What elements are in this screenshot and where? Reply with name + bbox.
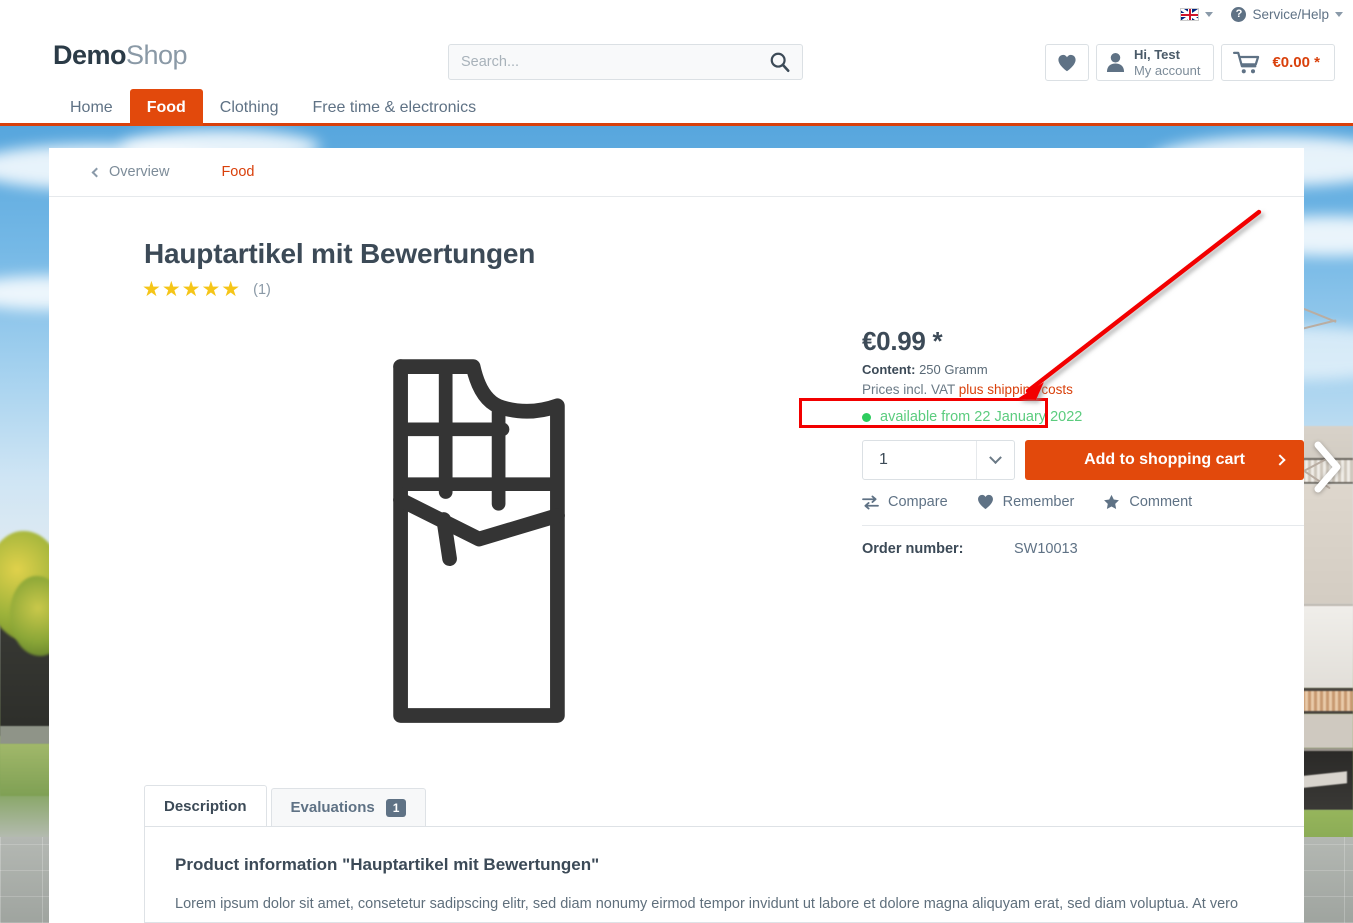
rating-stars: ★★★★★ <box>142 278 242 301</box>
chevron-down-icon <box>1335 11 1343 17</box>
cart-button[interactable]: €0.00 * <box>1221 44 1335 81</box>
logo-bold-part: Demo <box>53 40 127 70</box>
nav-item-home[interactable]: Home <box>53 89 130 126</box>
top-utility-bar: ? Service/Help <box>1180 0 1343 28</box>
search-icon <box>770 52 790 72</box>
compare-link[interactable]: Compare <box>862 494 948 510</box>
tab-description[interactable]: Description <box>144 785 267 826</box>
order-number-value: SW10013 <box>1014 541 1078 558</box>
purchase-row: 1 Add to shopping cart <box>862 440 1304 481</box>
site-header: ? Service/Help DemoShop H <box>0 0 1353 126</box>
heart-icon <box>1058 54 1076 71</box>
user-icon <box>1106 53 1125 72</box>
service-help-menu[interactable]: ? Service/Help <box>1231 6 1343 22</box>
nav-item-clothing[interactable]: Clothing <box>203 89 296 126</box>
description-body: Lorem ipsum dolor sit amet, consetetur s… <box>175 896 1239 912</box>
quantity-caret[interactable] <box>976 441 1014 480</box>
quantity-select[interactable]: 1 <box>862 440 1015 481</box>
service-help-label: Service/Help <box>1252 6 1329 22</box>
chevron-left-icon <box>91 167 102 177</box>
chevron-right-icon <box>1274 454 1286 466</box>
status-dot-green-icon <box>862 412 871 422</box>
header-actions: Hi, Test My account €0.00 * <box>1044 44 1335 81</box>
quantity-value: 1 <box>879 451 888 469</box>
product-tabs: Description Evaluations 1 <box>144 785 430 826</box>
nav-label: Food <box>146 98 186 116</box>
rating-count: (1) <box>253 281 271 298</box>
product-price: €0.99 * <box>862 326 943 356</box>
search-input[interactable] <box>449 54 758 70</box>
chevron-down-icon <box>989 451 1002 464</box>
page-title: Hauptartikel mit Bewertungen <box>144 238 536 269</box>
order-number-row: Order number: SW10013 <box>862 541 1304 557</box>
nav-label: Free time & electronics <box>312 98 477 116</box>
tab-label: Evaluations <box>290 799 375 816</box>
tab-evaluations[interactable]: Evaluations 1 <box>270 788 427 826</box>
heart-icon <box>977 495 993 510</box>
breadcrumb: Overview Food <box>49 148 1304 197</box>
product-action-links: Compare Remember Comment <box>862 494 1304 527</box>
product-rating[interactable]: ★★★★★ (1) <box>142 279 271 300</box>
tax-and-shipping-note: Prices incl. VAT plus shipping costs <box>862 382 1304 397</box>
account-button[interactable]: Hi, Test My account <box>1095 44 1215 81</box>
nav-item-food[interactable]: Food <box>129 89 203 126</box>
carousel-next-button[interactable] <box>1309 440 1343 499</box>
product-image[interactable] <box>289 343 669 743</box>
logo-light-part: Shop <box>126 40 188 70</box>
tab-label: Description <box>164 797 247 815</box>
content-value: 250 Gramm <box>919 362 988 378</box>
breadcrumb-back-label: Overview <box>109 164 170 180</box>
main-navigation: Home Food Clothing Free time & electroni… <box>53 89 493 126</box>
cart-amount: €0.00 * <box>1272 54 1320 71</box>
shopping-cart-icon <box>1233 51 1260 73</box>
description-heading: Product information "Hauptartikel mit Be… <box>175 855 600 874</box>
remember-link[interactable]: Remember <box>977 494 1075 511</box>
chocolate-bar-icon <box>393 359 565 723</box>
tab-badge-count: 1 <box>385 798 407 817</box>
language-switcher[interactable] <box>1180 7 1214 21</box>
star-icon <box>1104 495 1120 510</box>
product-content: Content: 250 Gramm <box>862 362 1304 377</box>
buy-box: €0.99 * Content: 250 Gramm Prices incl. … <box>862 326 1304 557</box>
search-box[interactable] <box>448 44 803 80</box>
comment-link[interactable]: Comment <box>1103 494 1192 510</box>
content-label: Content: <box>862 362 916 378</box>
search-button[interactable] <box>758 45 802 79</box>
chevron-right-icon <box>1314 441 1341 493</box>
uk-flag-icon <box>1180 7 1200 21</box>
account-greeting: Hi, Test <box>1133 47 1180 63</box>
site-logo[interactable]: DemoShop <box>53 40 188 71</box>
compare-label: Compare <box>888 494 948 511</box>
account-subtitle: My account <box>1133 62 1201 78</box>
add-to-cart-label: Add to shopping cart <box>1084 451 1245 469</box>
wishlist-button[interactable] <box>1044 44 1089 81</box>
nav-label: Home <box>70 98 113 116</box>
availability-text: available from 22 January 2022 <box>880 409 1083 426</box>
order-number-label: Order number: <box>862 541 964 558</box>
product-detail-card: Overview Food Hauptartikel mit Bewertung… <box>49 148 1304 923</box>
remember-label: Remember <box>1002 494 1075 511</box>
chevron-down-icon <box>1205 11 1214 17</box>
breadcrumb-category-link[interactable]: Food <box>221 164 254 180</box>
compare-arrows-icon <box>862 495 879 510</box>
shipping-costs-link[interactable]: plus shipping costs <box>959 382 1073 397</box>
tab-panel-description: Product information "Hauptartikel mit Be… <box>144 826 1304 923</box>
comment-label: Comment <box>1129 494 1193 511</box>
question-circle-icon: ? <box>1231 6 1247 22</box>
tax-text: Prices incl. VAT <box>862 382 959 398</box>
nav-label: Clothing <box>219 98 279 116</box>
availability-status: available from 22 January 2022 <box>862 404 1304 430</box>
add-to-cart-button[interactable]: Add to shopping cart <box>1025 440 1304 481</box>
nav-item-free-time-electronics[interactable]: Free time & electronics <box>295 89 493 126</box>
breadcrumb-overview-link[interactable]: Overview <box>91 164 170 180</box>
